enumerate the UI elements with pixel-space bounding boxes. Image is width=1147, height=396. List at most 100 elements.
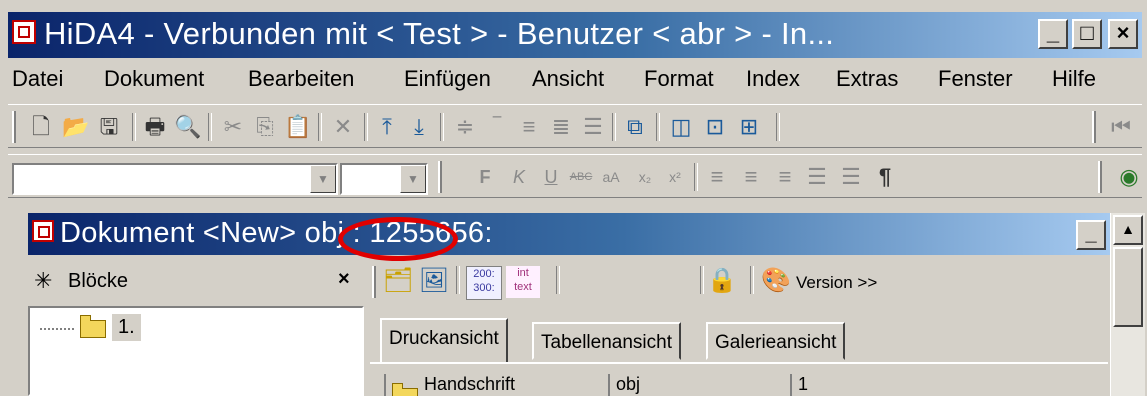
menu-hilfe[interactable]: Hilfe (1052, 66, 1096, 92)
paste-icon[interactable]: 📋 (284, 114, 311, 140)
scroll-thumb[interactable] (1113, 247, 1143, 327)
line-icon[interactable]: ‾ (484, 114, 510, 140)
tree-connector (40, 328, 74, 330)
separator (700, 266, 704, 294)
format-toolbar: ▼ ▼ F K U ABC aA x₂ x² ≡ ≡ ≡ ☰ ☰ ¶ ◉ (8, 154, 1142, 198)
font-combo[interactable]: ▼ (12, 163, 338, 195)
table-cell-obj[interactable]: obj (608, 374, 788, 396)
version-button[interactable]: Version >> (796, 273, 877, 293)
vertical-scrollbar[interactable]: ▲ (1110, 213, 1145, 396)
delete-icon[interactable]: ✕ (330, 114, 356, 140)
menu-index[interactable]: Index (746, 66, 800, 92)
paragraph-button[interactable]: ¶ (872, 164, 898, 190)
skip-icon[interactable]: ⏮ (1108, 114, 1134, 140)
menu-datei[interactable]: Datei (12, 66, 63, 92)
align-left-icon[interactable]: ≡ (704, 164, 730, 190)
separator (776, 113, 780, 141)
align-icon[interactable]: ≑ (452, 114, 478, 140)
chevron-down-icon[interactable]: ▼ (310, 165, 336, 193)
toolbar-grip[interactable] (438, 161, 442, 193)
print-icon[interactable]: 🖶 (142, 114, 168, 140)
bullet-list-icon[interactable]: ☰ (804, 164, 830, 190)
bold-button[interactable]: F (472, 164, 498, 190)
strikethrough-button[interactable]: ABC (568, 164, 594, 190)
cut-icon[interactable]: ✂ (220, 114, 246, 140)
menu-format[interactable]: Format (644, 66, 714, 92)
toolbar-grip[interactable] (12, 111, 16, 143)
red-highlight-circle (338, 217, 458, 261)
print-preview-icon[interactable]: 🔍 (174, 114, 201, 140)
menu-einfuegen[interactable]: Einfügen (404, 66, 491, 92)
standard-toolbar: 🗋 📂 🖫 🖶 🔍 ✂ ⎘ 📋 ✕ ⤒ ⤓ ≑ ‾ ≡ ≣ ☰ ⧉ ◫ ⊡ ⊞ … (8, 104, 1142, 148)
tab-tabellenansicht[interactable]: Tabellenansicht (532, 322, 681, 360)
blocks-panel: ✳ Blöcke × 1. (28, 258, 366, 396)
document-toolbar: 🗂 🖼 200: 300: int text 🔒 🎨 Version >> (370, 258, 1106, 310)
folders-icon[interactable]: 🗂 (382, 266, 414, 298)
list2-icon[interactable]: ≣ (548, 114, 574, 140)
lock-icon[interactable]: 🔒 (706, 266, 738, 298)
tab-druckansicht[interactable]: Druckansicht (380, 318, 508, 362)
menu-extras[interactable]: Extras (836, 66, 898, 92)
tab-galerieansicht[interactable]: Galerieansicht (706, 322, 846, 360)
close-button[interactable]: × (1108, 19, 1138, 49)
separator (132, 113, 136, 141)
italic-button[interactable]: K (506, 164, 532, 190)
document-title-bar[interactable]: Dokument <New> obj : 1255656: (28, 213, 1110, 255)
version-icon[interactable]: 🎨 (760, 266, 792, 298)
app-icon (12, 20, 36, 44)
numbered-list-icon[interactable]: ☰ (580, 114, 606, 140)
underline-button[interactable]: U (538, 164, 564, 190)
document-minimize-button[interactable]: _ (1076, 220, 1106, 250)
maximize-button[interactable]: □ (1072, 19, 1102, 49)
new-icon[interactable]: 🗋 (28, 114, 54, 140)
document-content: Handschrift obj 1 (370, 362, 1108, 396)
move-down-icon[interactable]: ⤓ (406, 114, 432, 140)
menu-ansicht[interactable]: Ansicht (532, 66, 604, 92)
save-icon[interactable]: 🖫 (96, 114, 122, 140)
window-title: HiDA4 - Verbunden mit < Test > - Benutze… (44, 16, 835, 51)
table-cell-type[interactable]: Handschrift (384, 374, 606, 396)
numbered-list-icon[interactable]: ☰ (838, 164, 864, 190)
numbers-button[interactable]: 200: 300: (466, 266, 502, 300)
separator (364, 113, 368, 141)
list-icon[interactable]: ≡ (516, 114, 542, 140)
menu-fenster[interactable]: Fenster (938, 66, 1013, 92)
close-icon[interactable]: × (338, 268, 350, 291)
blocks-tree: 1. (28, 306, 364, 396)
separator (656, 113, 660, 141)
scroll-up-icon[interactable]: ▲ (1113, 215, 1143, 245)
chevron-down-icon[interactable]: ▼ (400, 165, 426, 193)
subscript-button[interactable]: x₂ (632, 164, 658, 190)
search-window-icon[interactable]: ⊡ (702, 114, 728, 140)
application-window: HiDA4 - Verbunden mit < Test > - Benutze… (0, 0, 1147, 396)
globe-icon[interactable]: ◉ (1116, 164, 1142, 190)
align-center-icon[interactable]: ≡ (738, 164, 764, 190)
title-bar[interactable]: HiDA4 - Verbunden mit < Test > - Benutze… (8, 12, 1142, 58)
image-icon[interactable]: 🖼 (418, 266, 450, 298)
window-icon[interactable]: ◫ (668, 114, 694, 140)
minimize-button[interactable]: _ (1038, 19, 1068, 49)
separator (750, 266, 754, 294)
folder-icon (80, 315, 106, 338)
blocks-panel-header: ✳ Blöcke × (28, 258, 366, 304)
toolbar-grip[interactable] (372, 266, 376, 298)
size-combo[interactable]: ▼ (340, 163, 428, 195)
separator (456, 266, 460, 294)
align-right-icon[interactable]: ≡ (772, 164, 798, 190)
menu-bearbeiten[interactable]: Bearbeiten (248, 66, 354, 92)
open-icon[interactable]: 📂 (62, 114, 89, 140)
superscript-button[interactable]: x² (662, 164, 688, 190)
copy-icon[interactable]: ⎘ (252, 114, 278, 140)
tree-icon[interactable]: ⊞ (736, 114, 762, 140)
asterisk-icon: ✳ (34, 268, 53, 293)
toolbar-grip[interactable] (1092, 111, 1096, 143)
int-text-button[interactable]: int text (506, 266, 540, 298)
change-case-button[interactable]: aA (598, 164, 624, 190)
menu-dokument[interactable]: Dokument (104, 66, 204, 92)
table-cell-number[interactable]: 1 (790, 374, 1090, 396)
network-icon[interactable]: ⧉ (622, 114, 648, 140)
tree-node-label[interactable]: 1. (112, 314, 141, 341)
move-up-icon[interactable]: ⤒ (374, 114, 400, 140)
toolbar-grip[interactable] (1098, 161, 1102, 193)
separator (318, 113, 322, 141)
